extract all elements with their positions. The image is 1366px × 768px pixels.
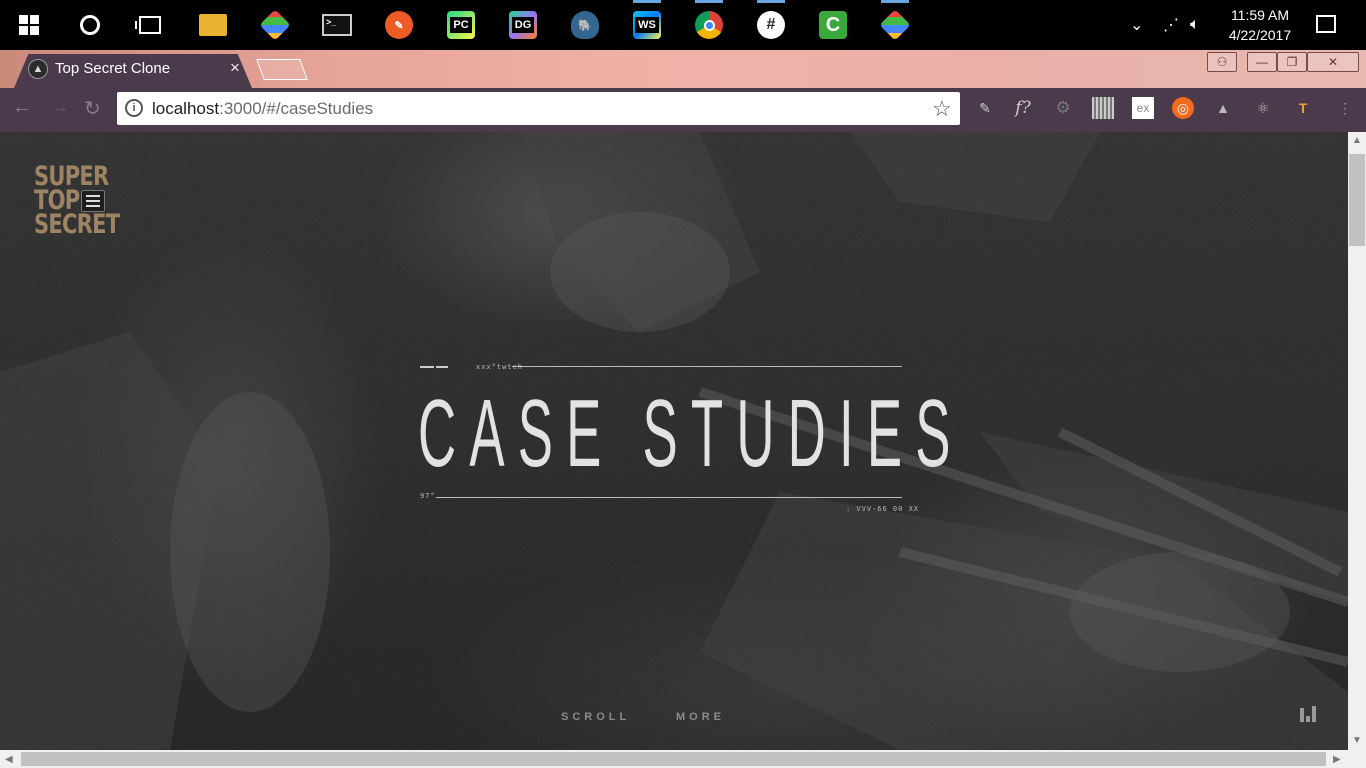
minimize-button[interactable]: — xyxy=(1247,52,1277,72)
angular-extension-icon[interactable]: ▲ xyxy=(1212,97,1234,119)
start-button[interactable] xyxy=(10,6,48,44)
volume-icon[interactable]: 🔈︎ xyxy=(1190,0,1200,50)
super-top-secret-logo[interactable]: SUPER TOP SECRET xyxy=(34,163,120,240)
address-bar-url[interactable]: localhost:3000/#/caseStudies xyxy=(152,99,373,119)
more-label[interactable]: MORE xyxy=(676,711,725,723)
lifebuoy-extension-icon[interactable]: ◎ xyxy=(1172,97,1194,119)
scroll-label[interactable]: SCROLL xyxy=(561,711,630,723)
tab-title: Top Secret Clone xyxy=(55,60,171,77)
audio-bars-icon[interactable] xyxy=(1300,704,1318,722)
windows-taskbar: >_ ✎ PC DG 🐘 WS # C ⌄ ⋰ 🔈︎ 11:59 AM 4/22… xyxy=(0,0,1366,50)
slack-icon: # xyxy=(757,11,785,39)
taskbar-sourcetree[interactable] xyxy=(256,6,294,44)
back-arrow-icon[interactable]: ← xyxy=(12,96,32,119)
chevron-up-icon[interactable]: ⌄ xyxy=(1130,0,1143,50)
scroll-right-arrow-icon[interactable]: ▶ xyxy=(1333,754,1341,765)
vertical-scroll-thumb[interactable] xyxy=(1349,154,1365,246)
taskbar-postgresql[interactable]: 🐘 xyxy=(566,6,604,44)
chrome-menu-icon[interactable]: ⋮ xyxy=(1334,97,1356,119)
pen-extension-icon[interactable]: ✎ xyxy=(974,97,996,119)
taskbar-chrome[interactable] xyxy=(690,0,728,44)
bookmark-star-icon[interactable]: ☆ xyxy=(932,96,952,122)
react-extension-icon[interactable]: ⚛ xyxy=(1252,97,1274,119)
gear-extension-icon[interactable]: ⚙ xyxy=(1052,97,1074,119)
title-deco-text-top: xxx°twtch xyxy=(476,363,523,371)
close-window-button[interactable]: ✕ xyxy=(1307,52,1359,72)
taskbar-camtasia[interactable]: C xyxy=(814,6,852,44)
hamburger-menu-icon[interactable] xyxy=(81,190,105,212)
horizontal-scroll-thumb[interactable] xyxy=(21,752,1326,766)
taskbar-webstorm[interactable]: WS xyxy=(628,0,666,44)
scroll-left-arrow-icon[interactable]: ◀ xyxy=(5,754,13,765)
profile-icon[interactable]: ⚇ xyxy=(1207,52,1237,72)
restore-button[interactable]: ❐ xyxy=(1277,52,1307,72)
title-deco-bar xyxy=(420,366,434,368)
task-view-icon xyxy=(135,16,161,34)
taskbar-datagrip[interactable]: DG xyxy=(504,6,542,44)
postman-icon: ✎ xyxy=(385,11,413,39)
taskbar-sourcetree-2[interactable] xyxy=(876,0,914,44)
new-tab-button[interactable] xyxy=(256,59,308,80)
sourcetree-icon xyxy=(259,9,291,41)
task-view-button[interactable] xyxy=(131,6,169,44)
pick-extension-icon[interactable]: T xyxy=(1292,97,1314,119)
site-favicon-icon: ▲ xyxy=(28,59,48,79)
webstorm-icon: WS xyxy=(633,11,661,39)
cortana-icon xyxy=(80,15,100,35)
title-deco-bar xyxy=(436,366,448,368)
title-top-rule xyxy=(512,366,902,367)
title-bottom-rule xyxy=(436,497,902,498)
cortana-button[interactable] xyxy=(71,6,109,44)
scroll-down-arrow-icon[interactable]: ▼ xyxy=(1352,735,1362,746)
chrome-icon xyxy=(695,11,723,39)
reload-icon[interactable]: ↻ xyxy=(84,96,101,121)
whatfont-extension-icon[interactable]: f? xyxy=(1012,97,1034,119)
folder-icon xyxy=(199,14,227,36)
action-center-icon[interactable] xyxy=(1316,15,1336,33)
taskbar-file-explorer[interactable] xyxy=(194,6,232,44)
clock-time: 11:59 AM xyxy=(1230,7,1290,23)
page-hero: SUPER TOP SECRET xxx°twtch CASE STUDIES … xyxy=(0,132,1348,750)
barcode-extension-icon[interactable] xyxy=(1092,97,1114,119)
pycharm-icon: PC xyxy=(447,11,475,39)
tab-close-icon[interactable]: × xyxy=(230,58,240,78)
taskbar-slack[interactable]: # xyxy=(752,0,790,44)
system-clock[interactable]: 11:59 AM 4/22/2017 xyxy=(1220,5,1300,45)
scroll-up-arrow-icon[interactable]: ▲ xyxy=(1352,135,1362,146)
taskbar-postman[interactable]: ✎ xyxy=(380,6,418,44)
forward-arrow-icon[interactable]: → xyxy=(50,96,70,119)
ex-extension-icon[interactable]: ex xyxy=(1132,97,1154,119)
site-info-icon[interactable]: i xyxy=(125,99,143,117)
title-deco-text-left: 97° xyxy=(420,492,436,500)
title-deco-text-right: : VVV-66 00 XX xyxy=(846,505,920,513)
terminal-icon: >_ xyxy=(322,14,352,36)
url-host: localhost xyxy=(152,99,220,118)
url-path: :3000/#/caseStudies xyxy=(219,99,374,118)
page-title: CASE STUDIES xyxy=(418,380,964,487)
taskbar-pycharm[interactable]: PC xyxy=(442,6,480,44)
taskbar-terminal[interactable]: >_ xyxy=(318,6,356,44)
datagrip-icon: DG xyxy=(509,11,537,39)
sourcetree-icon xyxy=(879,9,911,41)
elephant-icon: 🐘 xyxy=(571,11,599,39)
wifi-icon[interactable]: ⋰ xyxy=(1163,0,1179,50)
logo-line-3: SECRET xyxy=(34,209,120,240)
windows-icon xyxy=(19,15,39,35)
camtasia-icon: C xyxy=(819,11,847,39)
clock-date: 4/22/2017 xyxy=(1228,27,1292,43)
